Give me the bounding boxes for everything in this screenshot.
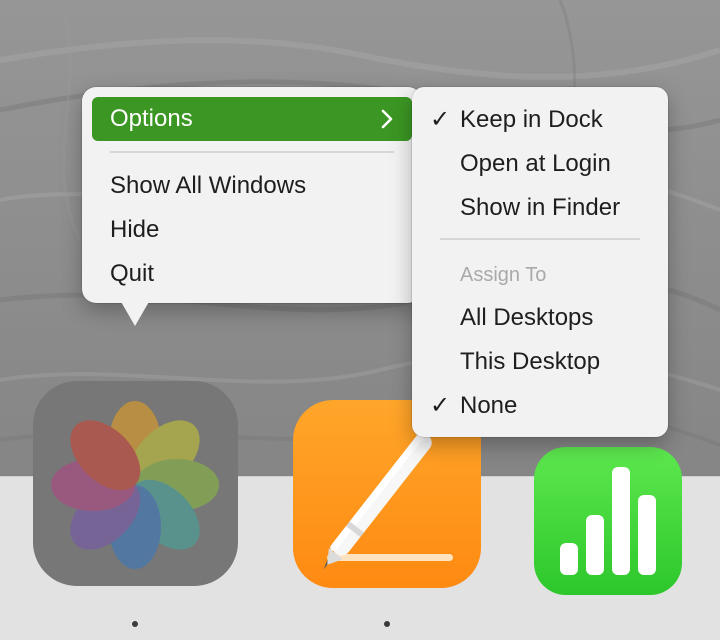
all-desktops-menu-item[interactable]: All Desktops (460, 304, 593, 332)
show-all-windows-menu-item[interactable]: Show All Windows (110, 172, 306, 200)
none-menu-item[interactable]: None (460, 392, 517, 420)
options-label: Options (110, 105, 193, 132)
options-menu-item[interactable]: Options (92, 97, 412, 141)
options-submenu: ✓ Keep in Dock Open at Login Show in Fin… (412, 87, 668, 437)
pages-running-indicator (384, 621, 390, 627)
hide-menu-item[interactable]: Hide (110, 216, 159, 244)
menu-pointer (120, 300, 150, 326)
open-at-login-menu-item[interactable]: Open at Login (460, 150, 611, 178)
photos-running-indicator (132, 621, 138, 627)
keep-in-dock-menu-item[interactable]: Keep in Dock (460, 106, 603, 134)
desktop: Options Show All Windows Hide Quit ✓ Kee… (0, 0, 720, 640)
show-in-finder-menu-item[interactable]: Show in Finder (460, 194, 620, 222)
dock-context-menu: Options Show All Windows Hide Quit (82, 87, 422, 303)
submenu-separator (440, 238, 640, 240)
photos-icon[interactable] (33, 381, 238, 586)
none-check-icon: ✓ (430, 392, 451, 419)
assign-to-header: Assign To (460, 264, 547, 286)
quit-menu-item[interactable]: Quit (110, 260, 154, 288)
menu-separator (110, 151, 394, 153)
keep-in-dock-check-icon: ✓ (430, 106, 451, 133)
this-desktop-menu-item[interactable]: This Desktop (460, 348, 600, 376)
numbers-icon[interactable] (534, 447, 682, 595)
chevron-right-icon (381, 109, 393, 129)
